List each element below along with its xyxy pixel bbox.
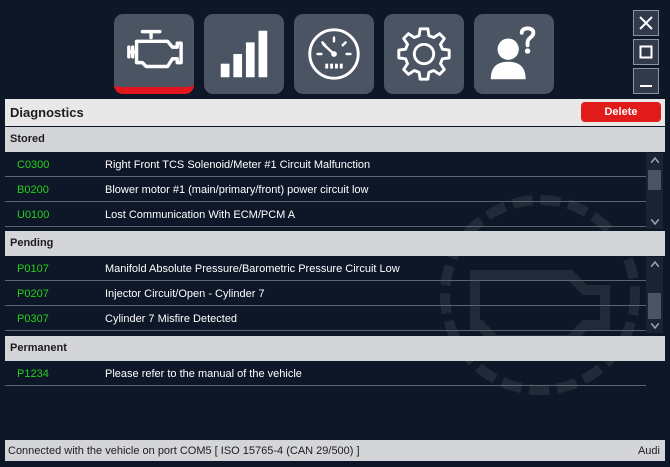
maximize-button[interactable] (633, 39, 659, 65)
minimize-button[interactable] (633, 68, 659, 94)
dtc-code: P0107 (17, 263, 49, 275)
scroll-thumb[interactable] (648, 293, 661, 319)
chevron-down-icon (650, 219, 659, 225)
tab-diagnostics[interactable] (114, 14, 194, 94)
dtc-description: Cylinder 7 Misfire Detected (105, 313, 238, 325)
connection-status: Connected with the vehicle on port COM5 … (8, 445, 360, 457)
dtc-code: P0207 (17, 288, 49, 300)
dtc-description: Injector Circuit/Open - Cylinder 7 (105, 288, 265, 300)
dtc-description: Right Front TCS Solenoid/Meter #1 Circui… (105, 159, 371, 171)
dtc-description: Blower motor #1 (main/primary/front) pow… (105, 184, 369, 196)
dtc-description: Lost Communication With ECM/PCM A (105, 209, 296, 221)
page-title: Diagnostics (10, 105, 84, 120)
delete-button[interactable]: Delete (581, 102, 661, 122)
gauge-icon (308, 28, 360, 80)
section-label: Pending (10, 237, 54, 249)
status-bar: Connected with the vehicle on port COM5 … (5, 440, 665, 461)
vehicle-brand: Audi (637, 445, 660, 457)
dtc-code: U0100 (17, 209, 50, 221)
chevron-up-icon (650, 157, 659, 163)
maximize-icon (639, 45, 653, 59)
dtc-code: P1234 (17, 368, 49, 380)
engine-icon (127, 29, 183, 68)
tab-settings[interactable] (384, 14, 464, 94)
support-person-icon (490, 26, 536, 80)
gear-icon (397, 27, 451, 81)
section-stored-header: Stored (5, 127, 665, 152)
section-label: Stored (10, 133, 45, 145)
dtc-row[interactable]: C0300 Right Front TCS Solenoid/Meter #1 … (5, 153, 646, 177)
tab-dashboard[interactable] (294, 14, 374, 94)
section-label: Permanent (10, 342, 67, 354)
section-permanent-header: Permanent (5, 336, 665, 361)
toolbar (5, 6, 665, 99)
pending-scrollbar[interactable] (646, 257, 663, 333)
stored-scrollbar[interactable] (646, 153, 663, 229)
minimize-icon (640, 85, 652, 87)
chevron-down-icon (650, 323, 659, 329)
dtc-row[interactable]: P1234 Please refer to the manual of the … (5, 362, 646, 386)
dtc-row[interactable]: P0307 Cylinder 7 Misfire Detected (5, 307, 646, 331)
app-window: Diagnostics Delete Stored C0300 Right Fr… (0, 0, 670, 467)
tab-live-data[interactable] (204, 14, 284, 94)
dtc-description: Please refer to the manual of the vehicl… (105, 368, 302, 380)
section-pending-header: Pending (5, 231, 665, 256)
dtc-code: C0300 (17, 159, 50, 171)
scroll-up-arrow[interactable] (646, 153, 663, 167)
dtc-description: Manifold Absolute Pressure/Barometric Pr… (105, 263, 400, 275)
scroll-down-arrow[interactable] (646, 215, 663, 229)
close-button[interactable] (633, 10, 659, 36)
dtc-code: P0307 (17, 313, 49, 325)
tab-help[interactable] (474, 14, 554, 94)
scroll-down-arrow[interactable] (646, 319, 663, 333)
scroll-up-arrow[interactable] (646, 257, 663, 271)
dtc-row[interactable]: B0200 Blower motor #1 (main/primary/fron… (5, 178, 646, 202)
dtc-row[interactable]: P0207 Injector Circuit/Open - Cylinder 7 (5, 282, 646, 306)
scroll-thumb[interactable] (648, 170, 661, 190)
dtc-code: B0200 (17, 184, 49, 196)
signal-bars-icon (220, 30, 268, 78)
diagnostics-header: Diagnostics Delete (5, 99, 665, 126)
close-icon (639, 16, 653, 30)
chevron-up-icon (650, 261, 659, 267)
dtc-row[interactable]: U0100 Lost Communication With ECM/PCM A (5, 203, 646, 227)
dtc-row[interactable]: P0107 Manifold Absolute Pressure/Baromet… (5, 257, 646, 281)
